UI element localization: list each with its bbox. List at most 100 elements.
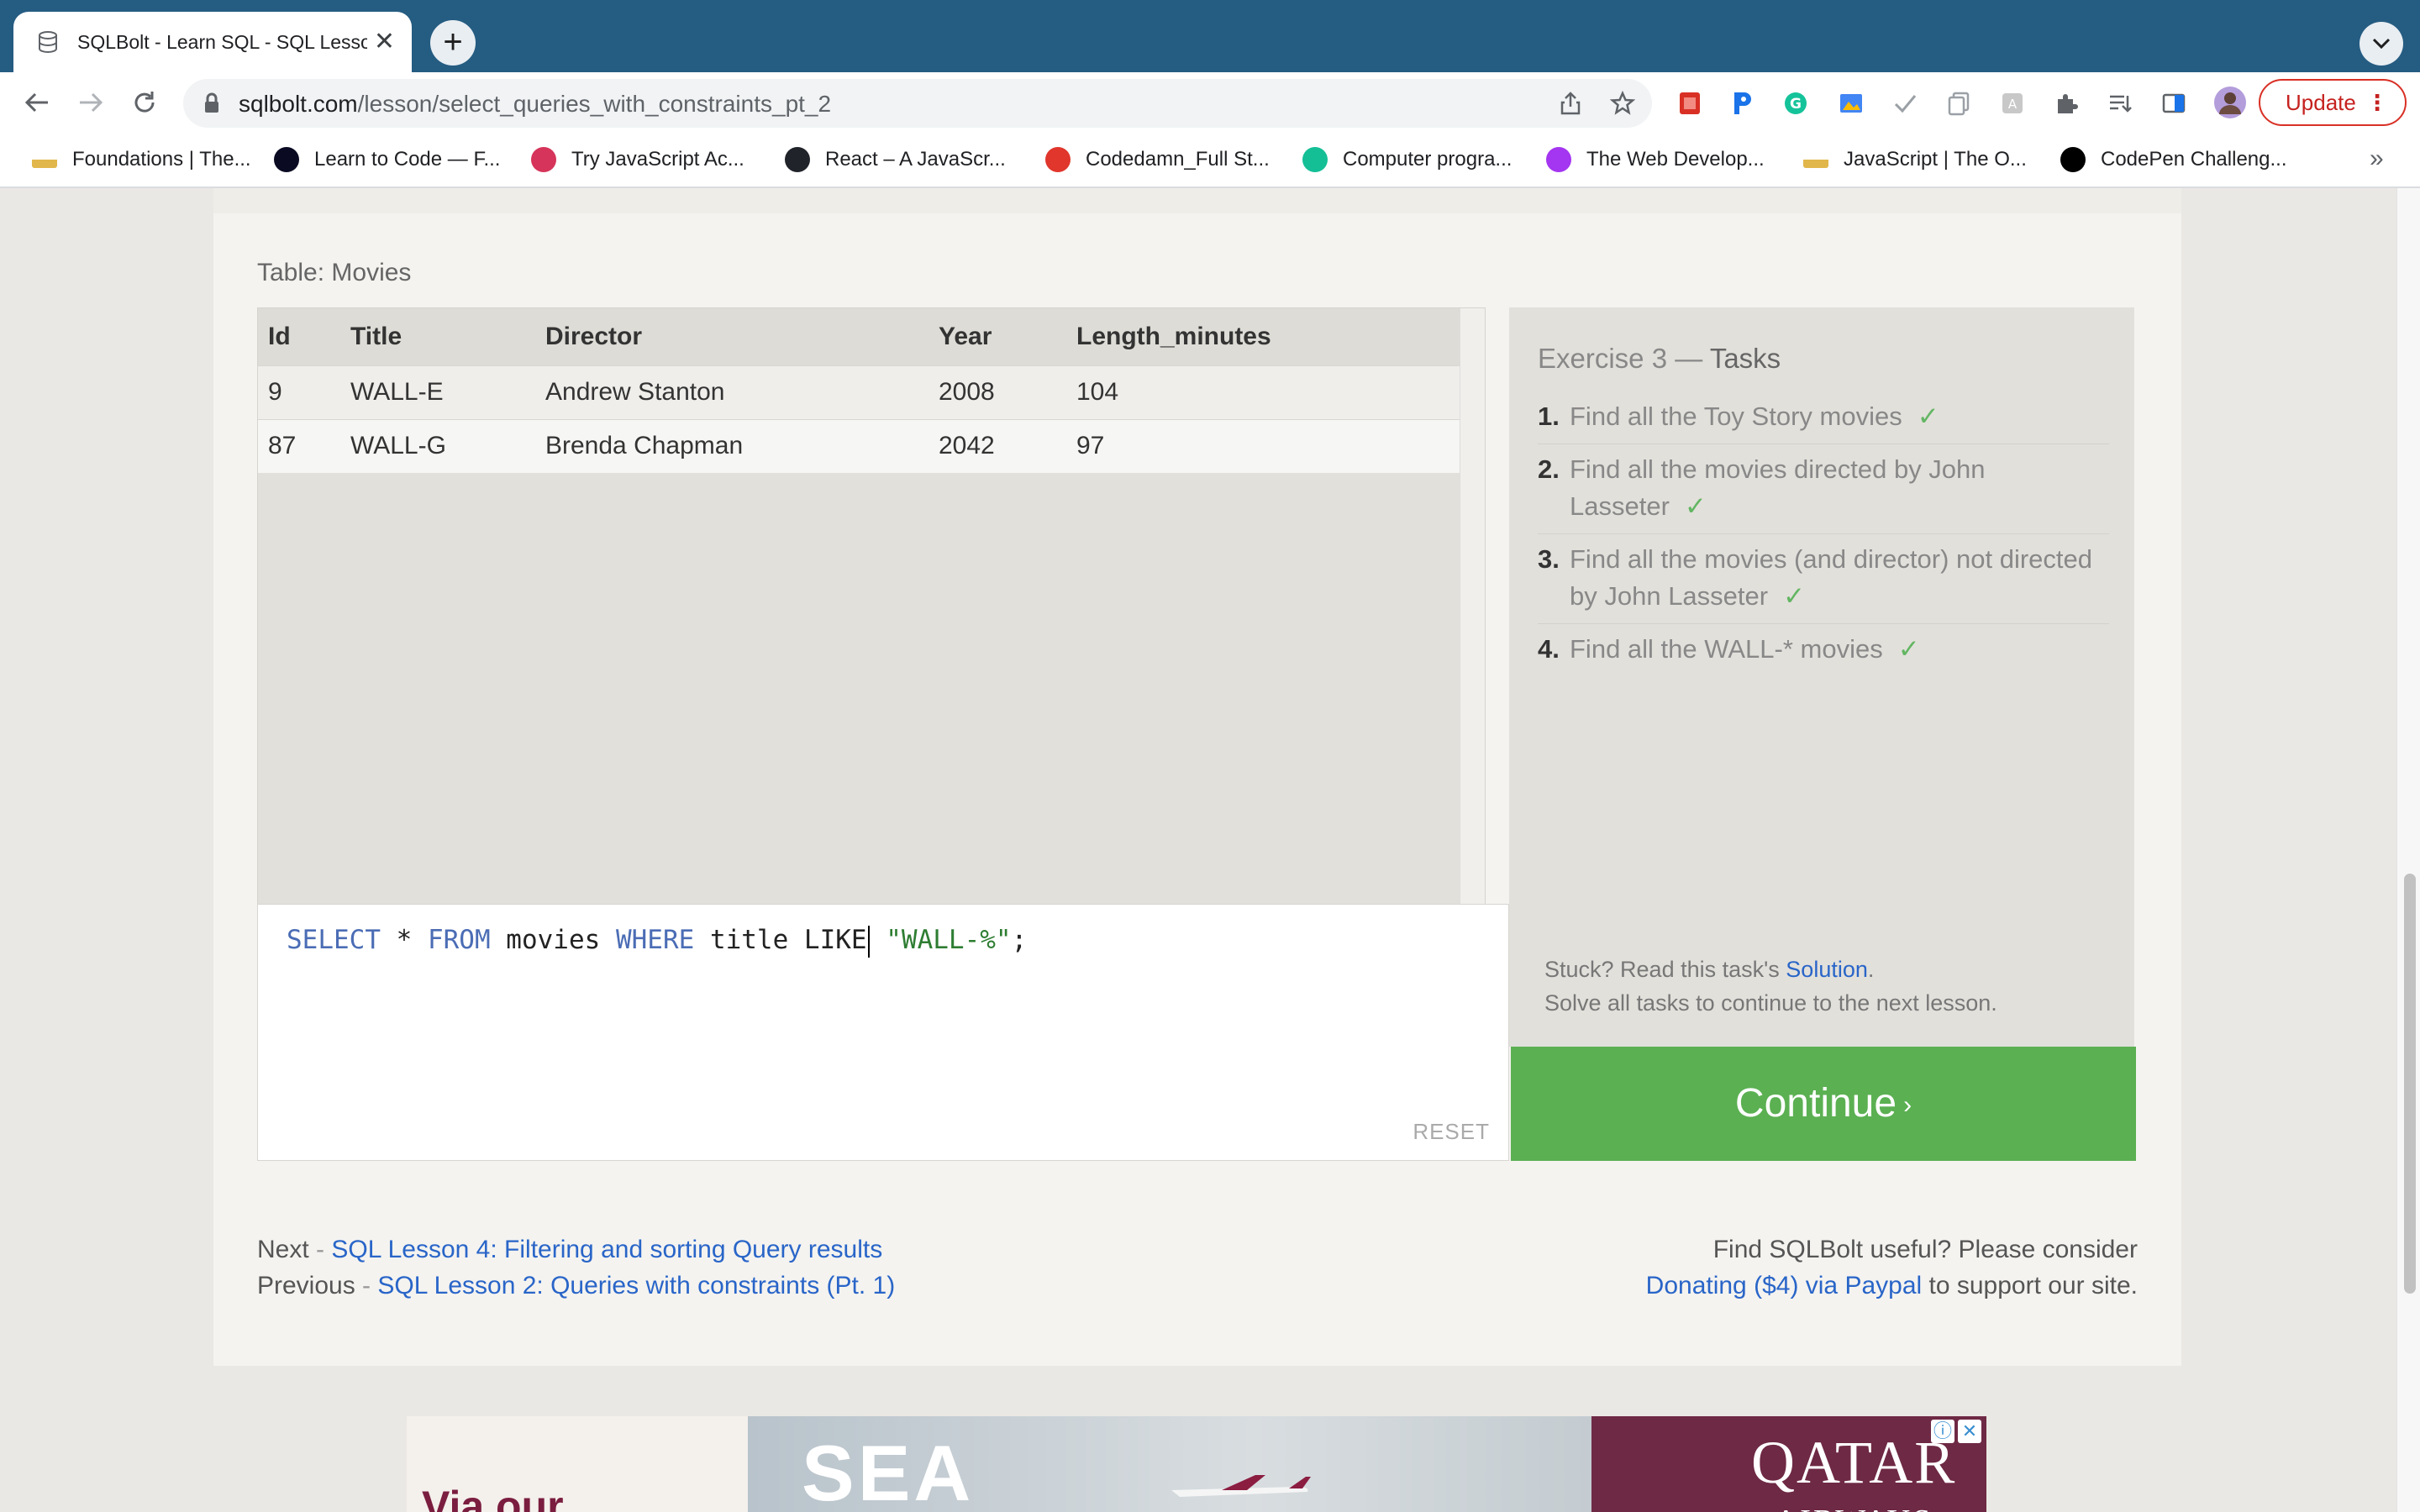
- check-icon: ✓: [1897, 634, 1920, 664]
- khan-icon: [1302, 147, 1328, 172]
- ad-brand-logo: QATARAIRWAYS: [1751, 1432, 1956, 1512]
- ad-brand-sub: AIRWAYS: [1751, 1492, 1956, 1512]
- update-button[interactable]: Update ⋮: [2259, 79, 2407, 126]
- bookmark-label: The Web Develop...: [1586, 148, 1765, 171]
- donate-intro: Find SQLBolt useful? Please consider: [1712, 1236, 2138, 1263]
- cell-id: 9: [258, 365, 340, 419]
- cell-year: 2042: [929, 418, 1066, 473]
- bookmark-label: Foundations | The...: [72, 148, 251, 171]
- donate-link[interactable]: Donating ($4) via Paypal: [1646, 1272, 1923, 1299]
- forward-button[interactable]: [72, 84, 109, 121]
- tasks-title-prefix: Exercise 3 —: [1538, 343, 1710, 374]
- separator: -: [355, 1272, 378, 1299]
- bookmark-item[interactable]: Foundations | The...: [32, 144, 251, 175]
- donation-note: Find SQLBolt useful? Please consider Don…: [1646, 1231, 2138, 1304]
- task-number: 2.: [1538, 454, 1560, 484]
- profile-avatar-icon[interactable]: [2213, 86, 2247, 119]
- back-button[interactable]: [18, 84, 55, 121]
- bookmark-star-icon[interactable]: [1610, 91, 1635, 116]
- scrollbar-thumb[interactable]: [2404, 874, 2416, 1294]
- sql-editor[interactable]: SELECT * FROM movies WHERE title LIKE "W…: [257, 904, 1509, 1161]
- bookmark-item[interactable]: Learn to Code — F...: [274, 144, 500, 175]
- results-table: Id Title Director Year Length_minutes 9 …: [258, 308, 1460, 473]
- ad-info-icon[interactable]: ⓘ: [1931, 1420, 1954, 1443]
- translate-extension-icon[interactable]: A: [2000, 91, 2025, 116]
- sql-query-line[interactable]: SELECT * FROM movies WHERE title LIKE "W…: [287, 925, 1027, 958]
- extension-red-icon[interactable]: [1677, 91, 1702, 116]
- task-item: 1. Find all the Toy Story movies ✓: [1538, 391, 2109, 444]
- bookmarks-bar: » Foundations | The... Learn to Code — F.…: [0, 133, 2420, 188]
- cell-length: 104: [1066, 365, 1460, 419]
- card-top-strip: [213, 188, 2181, 213]
- tasks-panel: Exercise 3 — Tasks 1. Find all the Toy St…: [1509, 307, 2134, 1047]
- extension-image-icon[interactable]: [1839, 91, 1864, 116]
- column-header-title: Title: [340, 308, 535, 365]
- sql-keyword: FROM: [427, 925, 491, 955]
- solve-all-note: Solve all tasks to continue to the next …: [1544, 990, 1997, 1016]
- fcc-icon: [274, 147, 299, 172]
- extensions-puzzle-icon[interactable]: [2054, 91, 2079, 116]
- sql-keyword: WHERE: [615, 925, 695, 955]
- bookmark-item[interactable]: CodePen Challeng...: [2060, 144, 2286, 175]
- bookmark-item[interactable]: Codedamn_Full St...: [1045, 144, 1270, 175]
- address-bar[interactable]: sqlbolt.com/lesson/select_queries_with_c…: [183, 79, 1652, 128]
- svg-text:A: A: [2008, 97, 2018, 112]
- reading-list-icon[interactable]: [2107, 91, 2133, 116]
- column-header-director: Director: [535, 308, 929, 365]
- advertisement-banner[interactable]: Via our SEA QATARAIRWAYS ⓘ✕: [407, 1416, 1986, 1512]
- tab-search-button[interactable]: [2360, 22, 2403, 66]
- bookmark-item[interactable]: React – A JavaScr...: [785, 144, 1006, 175]
- reset-button[interactable]: RESET: [1413, 1119, 1490, 1145]
- table-row: 9 WALL-E Andrew Stanton 2008 104: [258, 365, 1460, 419]
- codeschool-icon: [531, 147, 556, 172]
- column-header-length: Length_minutes: [1066, 308, 1460, 365]
- url-path: /lesson/select_queries_with_constraints_…: [357, 91, 832, 117]
- bookmark-item[interactable]: Computer progra...: [1302, 144, 1512, 175]
- side-panel-icon[interactable]: [2161, 91, 2186, 116]
- udemy-icon: [1546, 147, 1571, 172]
- previous-lesson-link[interactable]: SQL Lesson 2: Queries with constraints (…: [377, 1272, 895, 1299]
- text-cursor: [867, 925, 870, 958]
- task-item: 3. Find all the movies (and director) not…: [1538, 534, 2109, 624]
- reload-button[interactable]: [126, 84, 163, 121]
- separator: -: [308, 1236, 332, 1263]
- bookmark-item[interactable]: Try JavaScript Ac...: [531, 144, 744, 175]
- previous-label: Previous: [257, 1272, 355, 1299]
- page-scrollbar[interactable]: [2396, 188, 2420, 1512]
- stuck-prefix: Stuck? Read this task's: [1544, 957, 1786, 982]
- checkmark-extension-icon[interactable]: [1892, 91, 1918, 116]
- ad-close-icon[interactable]: ✕: [1958, 1420, 1981, 1443]
- task-text: Find all the Toy Story movies: [1570, 402, 1902, 431]
- extension-p-icon[interactable]: [1729, 91, 1754, 116]
- continue-button[interactable]: Continue ›: [1511, 1047, 2136, 1161]
- codepen-icon: [2060, 147, 2086, 172]
- bookmark-item[interactable]: JavaScript | The O...: [1803, 144, 2027, 175]
- bookmark-label: Learn to Code — F...: [314, 148, 501, 171]
- sql-text: movies: [490, 925, 616, 955]
- grammarly-icon[interactable]: G: [1783, 91, 1808, 116]
- lesson-navigation: Next - SQL Lesson 4: Filtering and sorti…: [257, 1231, 895, 1304]
- database-favicon-icon: [39, 31, 57, 53]
- tab-close-icon[interactable]: ✕: [374, 29, 395, 55]
- more-menu-icon[interactable]: ⋮: [2366, 81, 2388, 124]
- next-lesson-link[interactable]: SQL Lesson 4: Filtering and sorting Quer…: [331, 1236, 882, 1263]
- solution-link[interactable]: Solution: [1786, 957, 1868, 982]
- stuck-suffix: .: [1867, 957, 1875, 982]
- tasks-title-strong: Tasks: [1709, 343, 1781, 374]
- new-tab-button[interactable]: +: [430, 20, 476, 66]
- query-results-panel: Id Title Director Year Length_minutes 9 …: [257, 307, 1486, 907]
- results-scrollbar[interactable]: [1460, 308, 1485, 906]
- check-icon: ✓: [1917, 402, 1939, 431]
- browser-tab-active[interactable]: SQLBolt - Learn SQL - SQL Lesson 3: Quer…: [13, 12, 412, 72]
- bookmark-item[interactable]: The Web Develop...: [1546, 144, 1765, 175]
- sql-text: ;: [1011, 925, 1028, 955]
- more-bookmarks-icon[interactable]: »: [2370, 144, 2384, 173]
- donate-suffix: to support our site.: [1922, 1272, 2138, 1299]
- odin-icon: [1803, 151, 1828, 168]
- continue-label: Continue: [1734, 1081, 1897, 1126]
- copy-extension-icon[interactable]: [1946, 91, 1971, 116]
- share-icon[interactable]: [1558, 91, 1583, 116]
- update-label: Update: [2286, 90, 2356, 115]
- chevron-down-icon: [2372, 38, 2391, 50]
